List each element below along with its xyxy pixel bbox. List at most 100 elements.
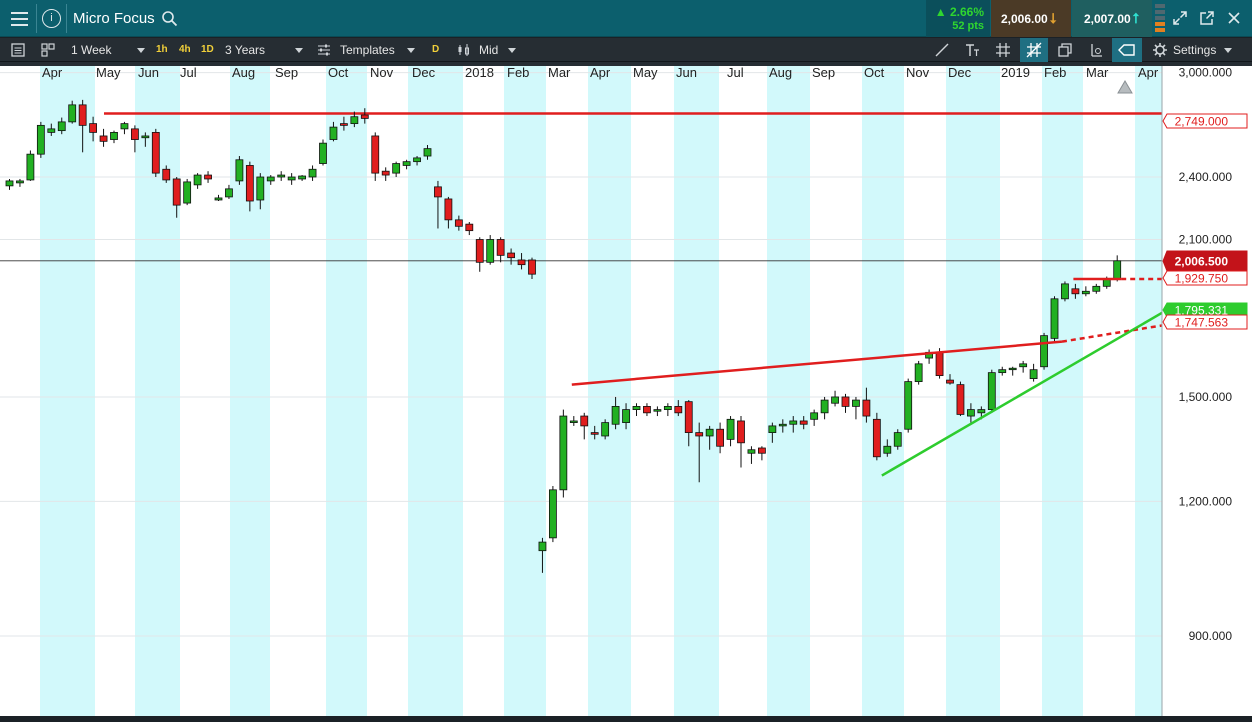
candle-body [256, 176, 265, 201]
candle-body [130, 128, 139, 140]
range-select[interactable]: 3 Years [225, 38, 304, 62]
y-axis-label: 2,100.000 [1179, 232, 1233, 246]
up-arrow-icon: ⭡ [1132, 10, 1140, 26]
layout-icon[interactable] [40, 42, 56, 58]
settings-button[interactable]: Settings [1173, 38, 1233, 62]
buy-button[interactable]: 2,007.00 ⭡ [1072, 0, 1152, 37]
month-band [1135, 62, 1162, 722]
indicator-icon[interactable] [1088, 42, 1104, 58]
chevron-down-icon [508, 48, 517, 54]
month-band [588, 62, 631, 722]
candle-body [946, 379, 954, 384]
bottom-frame [0, 716, 1252, 722]
candle-body [810, 412, 819, 420]
tag-tool-toggle[interactable] [1112, 38, 1142, 62]
candle-body [716, 428, 724, 447]
y-axis-label: 900.000 [1189, 629, 1233, 643]
list-icon[interactable] [10, 42, 26, 58]
price-chart[interactable]: Apr May Jun Jul Aug Sep Oct Nov Dec 2018 Feb Mar Apr… [0, 62, 1252, 722]
grid-icon[interactable] [995, 42, 1011, 58]
candle-body [298, 175, 307, 180]
down-arrow-icon: ⭣ [1049, 10, 1057, 26]
draw-line-icon[interactable] [934, 42, 950, 58]
x-axis-label: Aug [232, 65, 255, 80]
candle-body [1019, 363, 1028, 368]
x-axis-label: Oct [864, 65, 885, 80]
candle-body [162, 168, 171, 181]
x-axis-label: Feb [507, 65, 529, 80]
candle-body [392, 163, 401, 174]
search-icon[interactable] [161, 10, 178, 27]
candle-body [413, 157, 421, 163]
templates-select[interactable]: Templates [340, 38, 415, 62]
settings-label: Settings [1173, 43, 1217, 57]
candle-body [768, 425, 777, 433]
candle-body [653, 409, 662, 412]
interval-4h-button[interactable]: 4h [179, 38, 191, 62]
candle-body [1092, 285, 1101, 292]
window-stack-icon[interactable] [1155, 4, 1165, 34]
candle-body [402, 161, 411, 166]
crosshair-toggle[interactable] [1020, 38, 1048, 62]
x-axis-label: Jul [180, 65, 197, 80]
chart-area[interactable]: Apr May Jun Jul Aug Sep Oct Nov Dec 2018 Feb Mar Apr… [0, 62, 1252, 722]
candle-body [569, 420, 578, 423]
info-icon[interactable]: i [42, 9, 61, 28]
chevron-down-icon [1224, 48, 1233, 54]
sell-button[interactable]: 2,006.00 ⭣ [991, 0, 1071, 37]
candle-body [998, 369, 1007, 374]
price-type-select[interactable]: Mid [479, 38, 517, 62]
title-bar: i Micro Focus ▲ 2.66% 52 pts 2,006.00 ⭣ 2… [0, 0, 1252, 37]
candle-body [183, 181, 192, 204]
interval-1d-button[interactable]: 1D [201, 38, 214, 62]
candle-body [204, 174, 212, 180]
home-marker-icon[interactable] [1117, 80, 1133, 94]
candle-body [643, 406, 651, 414]
x-axis-label: 2019 [1001, 65, 1030, 80]
candle-type-icon[interactable] [456, 42, 472, 58]
candle-body [862, 399, 871, 417]
candle-body [705, 428, 714, 437]
x-axis-label: Sep [275, 65, 298, 80]
x-axis-label: Oct [328, 65, 349, 80]
interval-select[interactable]: 1 Week [71, 38, 146, 62]
x-axis-label: Jul [727, 65, 744, 80]
candle-body [1029, 369, 1038, 379]
candle-body [444, 198, 453, 221]
expand-icon[interactable] [1172, 10, 1188, 26]
price-tag-label: 1,929.750 [1175, 272, 1229, 286]
candle-body [47, 128, 56, 133]
interval-1h-button[interactable]: 1h [156, 38, 168, 62]
text-tool-icon[interactable] [964, 42, 980, 58]
x-axis-label: Aug [769, 65, 792, 80]
x-axis-label: Nov [370, 65, 394, 80]
candle-body [872, 418, 881, 458]
menu-icon[interactable] [6, 6, 32, 32]
candle-body [57, 121, 66, 132]
candle-body [622, 409, 630, 423]
candle-body [381, 170, 390, 176]
candle-body [799, 420, 808, 425]
month-band [326, 62, 367, 722]
divider [36, 4, 37, 33]
candle-body [151, 131, 160, 174]
candle-body [580, 415, 589, 427]
x-axis-label: Sep [812, 65, 835, 80]
y-axis-label: 2,400.000 [1179, 170, 1233, 184]
popout-icon[interactable] [1199, 10, 1215, 26]
candle-body [517, 259, 526, 266]
close-icon[interactable] [1226, 10, 1242, 26]
candle-body [893, 432, 902, 447]
toolbar-shadow [0, 62, 1252, 66]
candle-body [852, 399, 860, 407]
copy-icon[interactable] [1057, 42, 1073, 58]
candle-body [371, 135, 380, 174]
candle-body [726, 418, 735, 440]
candle-body [778, 423, 787, 427]
x-axis-label: 2018 [465, 65, 494, 80]
d-button[interactable]: D [432, 38, 439, 62]
gear-icon[interactable] [1152, 42, 1168, 58]
candle-body [496, 239, 505, 256]
y-axis-label: 3,000.000 [1179, 66, 1233, 80]
candle-body [423, 148, 432, 157]
